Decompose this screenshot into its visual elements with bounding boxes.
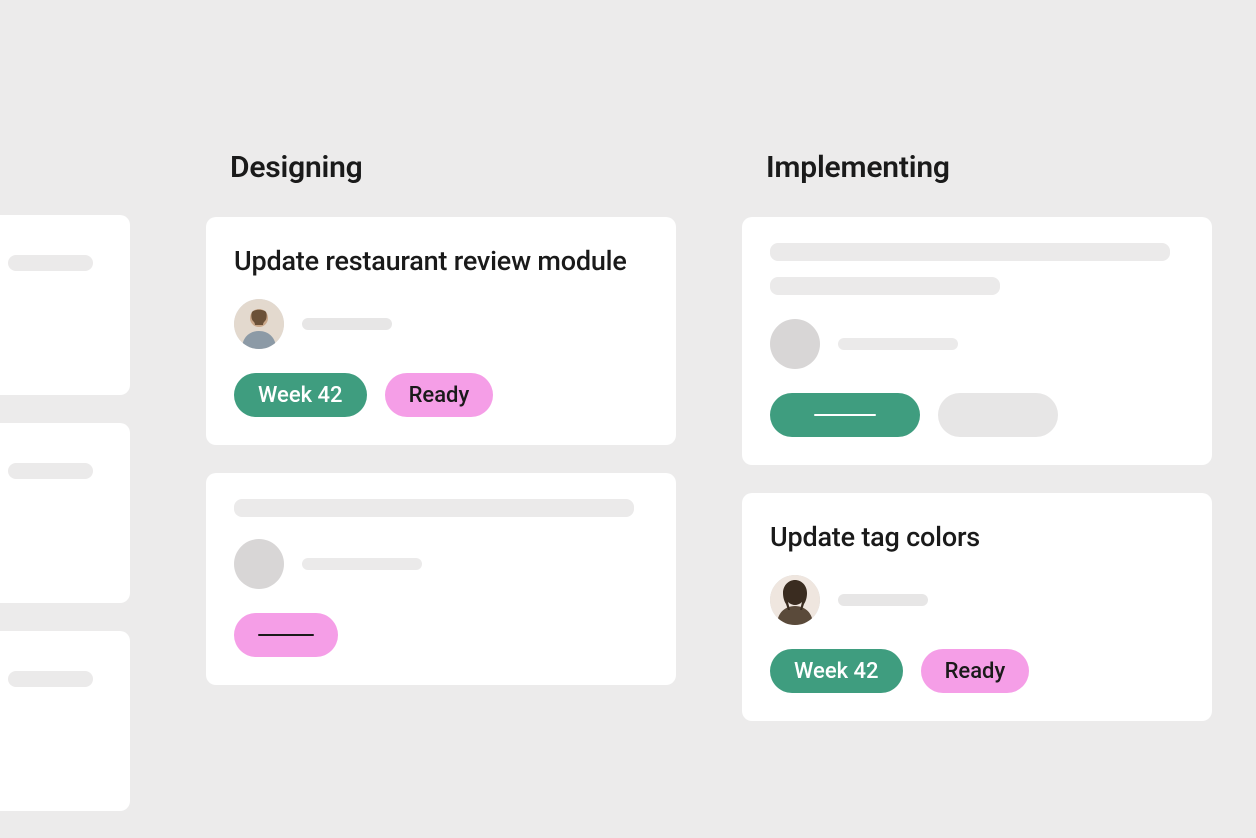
kanban-card-placeholder[interactable] bbox=[742, 217, 1212, 465]
column-title: Designing bbox=[230, 150, 676, 185]
kanban-card-placeholder[interactable] bbox=[0, 631, 130, 811]
card-tags: Week 42 Ready bbox=[234, 373, 648, 417]
tag-placeholder[interactable] bbox=[770, 393, 920, 437]
tag-status[interactable]: Ready bbox=[385, 373, 494, 417]
skeleton-line bbox=[770, 243, 1170, 261]
kanban-card-placeholder[interactable] bbox=[206, 473, 676, 685]
tag-week[interactable]: Week 42 bbox=[234, 373, 367, 417]
card-tags bbox=[770, 393, 1184, 437]
card-assignee-row bbox=[770, 575, 1184, 625]
avatar-placeholder bbox=[770, 319, 820, 369]
card-assignee-row bbox=[234, 539, 648, 589]
kanban-card[interactable]: Update tag colors Week 42 Ready bbox=[742, 493, 1212, 721]
tag-week[interactable]: Week 42 bbox=[770, 649, 903, 693]
avatar[interactable] bbox=[234, 299, 284, 349]
tag-placeholder[interactable] bbox=[234, 613, 338, 657]
column-implementing: Implementing Update tag colors bbox=[742, 150, 1212, 838]
card-assignee-row bbox=[234, 299, 648, 349]
skeleton-line bbox=[770, 277, 1000, 295]
card-tags bbox=[234, 613, 648, 657]
kanban-board: Designing Update restaurant review modul… bbox=[0, 0, 1256, 838]
card-tags: Week 42 Ready bbox=[770, 649, 1184, 693]
column-placeholder-left bbox=[0, 150, 130, 838]
avatar-placeholder bbox=[234, 539, 284, 589]
kanban-card-placeholder[interactable] bbox=[0, 215, 130, 395]
skeleton-line bbox=[302, 558, 422, 570]
column-title: Implementing bbox=[766, 150, 1212, 185]
tag-status[interactable]: Ready bbox=[921, 649, 1030, 693]
card-meta-placeholder bbox=[838, 594, 928, 606]
kanban-card[interactable]: Update restaurant review module Week 42 … bbox=[206, 217, 676, 445]
card-title: Update restaurant review module bbox=[234, 243, 648, 279]
kanban-card-placeholder[interactable] bbox=[0, 423, 130, 603]
skeleton-line bbox=[838, 338, 958, 350]
skeleton-line bbox=[234, 499, 634, 517]
avatar[interactable] bbox=[770, 575, 820, 625]
card-meta-placeholder bbox=[302, 318, 392, 330]
card-assignee-row bbox=[770, 319, 1184, 369]
card-title: Update tag colors bbox=[770, 519, 1184, 555]
column-designing: Designing Update restaurant review modul… bbox=[206, 150, 676, 838]
tag-placeholder[interactable] bbox=[938, 393, 1058, 437]
